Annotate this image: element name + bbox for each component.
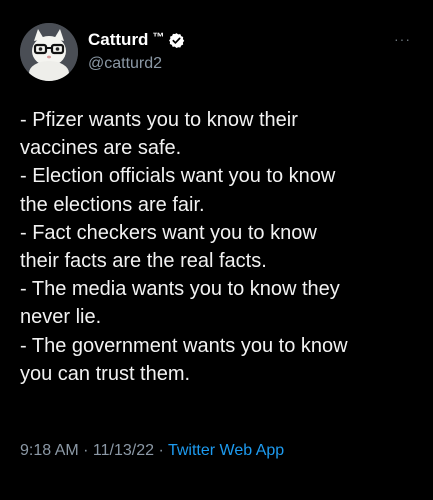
tweet-line: vaccines are safe. (20, 137, 182, 160)
tweet-line: - Pfizer wants you to know their (20, 109, 298, 131)
tweet-date[interactable]: 11/13/22 (93, 442, 154, 459)
meta-separator: · (78, 442, 93, 459)
tweet-line: you can trust them. (20, 362, 191, 385)
trademark-symbol: ™ (152, 30, 165, 44)
tweet-header: Catturd ™ @catturd2 (20, 22, 185, 82)
display-name-row[interactable]: Catturd ™ (88, 29, 185, 51)
tweet-text: - Pfizer wants you to know their vaccine… (20, 106, 420, 388)
tweet-line: never lie. (20, 306, 102, 329)
user-handle[interactable]: @catturd2 (88, 53, 185, 75)
avatar[interactable] (20, 23, 78, 81)
verified-badge-icon (169, 32, 185, 48)
tweet-card: Catturd ™ @catturd2 ··· - Pfizer wants y… (0, 0, 433, 500)
tweet-meta: 9:18 AM · 11/13/22 · Twitter Web App (20, 440, 284, 462)
tweet-line: - The media wants you to know they (20, 278, 340, 301)
display-name[interactable]: Catturd (88, 29, 148, 51)
cat-with-glasses-avatar-icon (20, 23, 78, 81)
tweet-line: - Fact checkers want you to know (20, 221, 317, 244)
meta-separator: · (154, 442, 168, 459)
tweet-line: - Election officials want you to know (20, 165, 336, 188)
tweet-line: - The government wants you to know (20, 334, 348, 357)
more-dots-icon[interactable]: ··· (394, 32, 411, 46)
tweet-time[interactable]: 9:18 AM (20, 442, 79, 459)
tweet-line: the elections are fair. (20, 193, 205, 216)
author-names: Catturd ™ @catturd2 (88, 29, 185, 75)
tweet-line: their facts are the real facts. (20, 250, 267, 273)
source-app-link[interactable]: Twitter Web App (168, 442, 284, 459)
